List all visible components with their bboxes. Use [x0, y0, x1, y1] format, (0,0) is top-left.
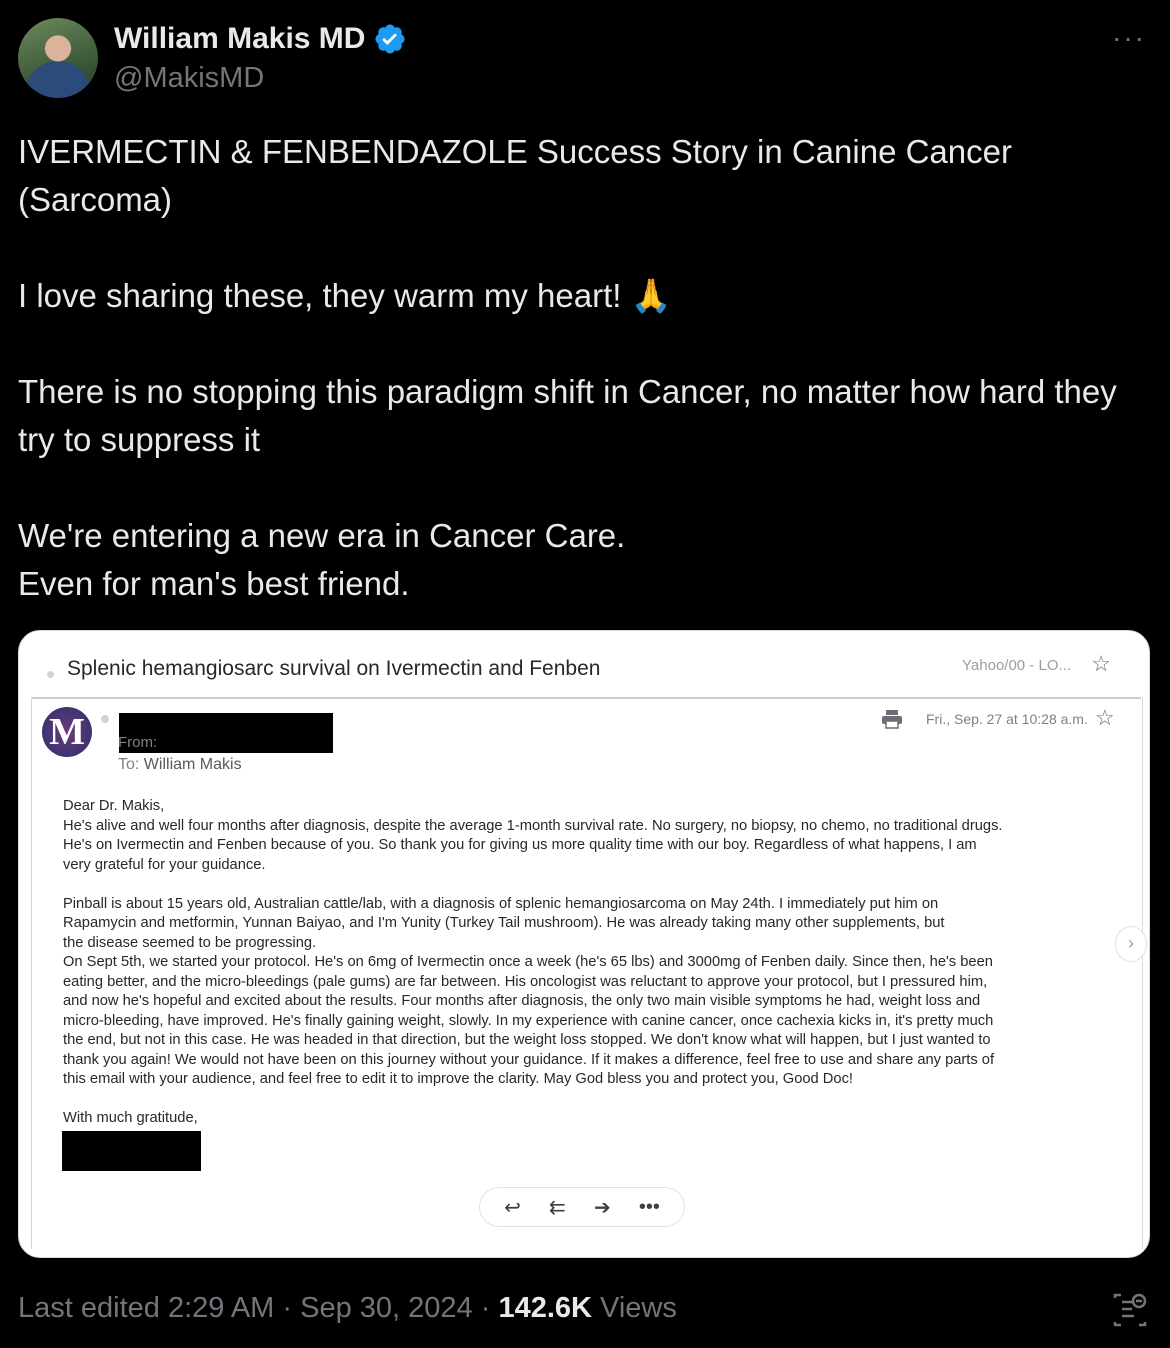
email-folder: Yahoo/00 - LO... — [962, 657, 1071, 674]
views-count: 142.6K — [498, 1292, 592, 1324]
unread-dot-icon — [47, 671, 54, 678]
chevron-right-icon: › — [1115, 926, 1147, 962]
print-icon — [882, 710, 902, 729]
sender-logo: M — [42, 707, 92, 757]
author-name-row[interactable]: William Makis MD — [114, 22, 407, 56]
author-display-name[interactable]: William Makis MD — [114, 22, 365, 56]
to-value: William Makis — [143, 756, 242, 773]
status-dot-icon — [101, 715, 109, 723]
email-action-bar: ↩ ⇇ ➔ ••• — [479, 1187, 685, 1227]
author-avatar[interactable] — [18, 18, 98, 98]
email-subject-bar: Splenic hemangiosarc survival on Ivermec… — [31, 643, 1141, 699]
author-handle[interactable]: @MakisMD — [114, 62, 264, 95]
reply-all-icon: ⇇ — [549, 1196, 566, 1219]
tweet-meta: Last edited 2:29 AM · Sep 30, 2024 · 142… — [18, 1292, 677, 1325]
redacted-signature — [62, 1131, 201, 1171]
email-subject: Splenic hemangiosarc survival on Ivermec… — [67, 657, 601, 680]
more-icon: ••• — [638, 1195, 660, 1218]
star-icon: ☆ — [1095, 705, 1115, 730]
tweet-text: IVERMECTIN & FENBENDAZOLE Success Story … — [18, 133, 1117, 602]
analytics-icon[interactable] — [1112, 1292, 1148, 1328]
more-options-icon[interactable]: ··· — [1112, 22, 1146, 54]
verified-badge-icon — [375, 24, 405, 54]
edited-timestamp[interactable]: Last edited 2:29 AM · Sep 30, 2024 · — [18, 1292, 498, 1324]
forward-icon: ➔ — [593, 1196, 611, 1219]
star-icon: ☆ — [1091, 651, 1111, 676]
from-label: From: — [118, 734, 158, 751]
views-label: Views — [591, 1292, 677, 1324]
to-line: To: William Makis — [118, 756, 242, 774]
attached-image[interactable]: Splenic hemangiosarc survival on Ivermec… — [18, 630, 1150, 1258]
email-date: Fri., Sep. 27 at 10:28 a.m. — [926, 711, 1088, 727]
to-label: To: — [118, 756, 140, 773]
email-body: Dear Dr. Makis, He's alive and well four… — [63, 798, 1003, 1126]
reply-icon: ↩ — [504, 1196, 521, 1219]
